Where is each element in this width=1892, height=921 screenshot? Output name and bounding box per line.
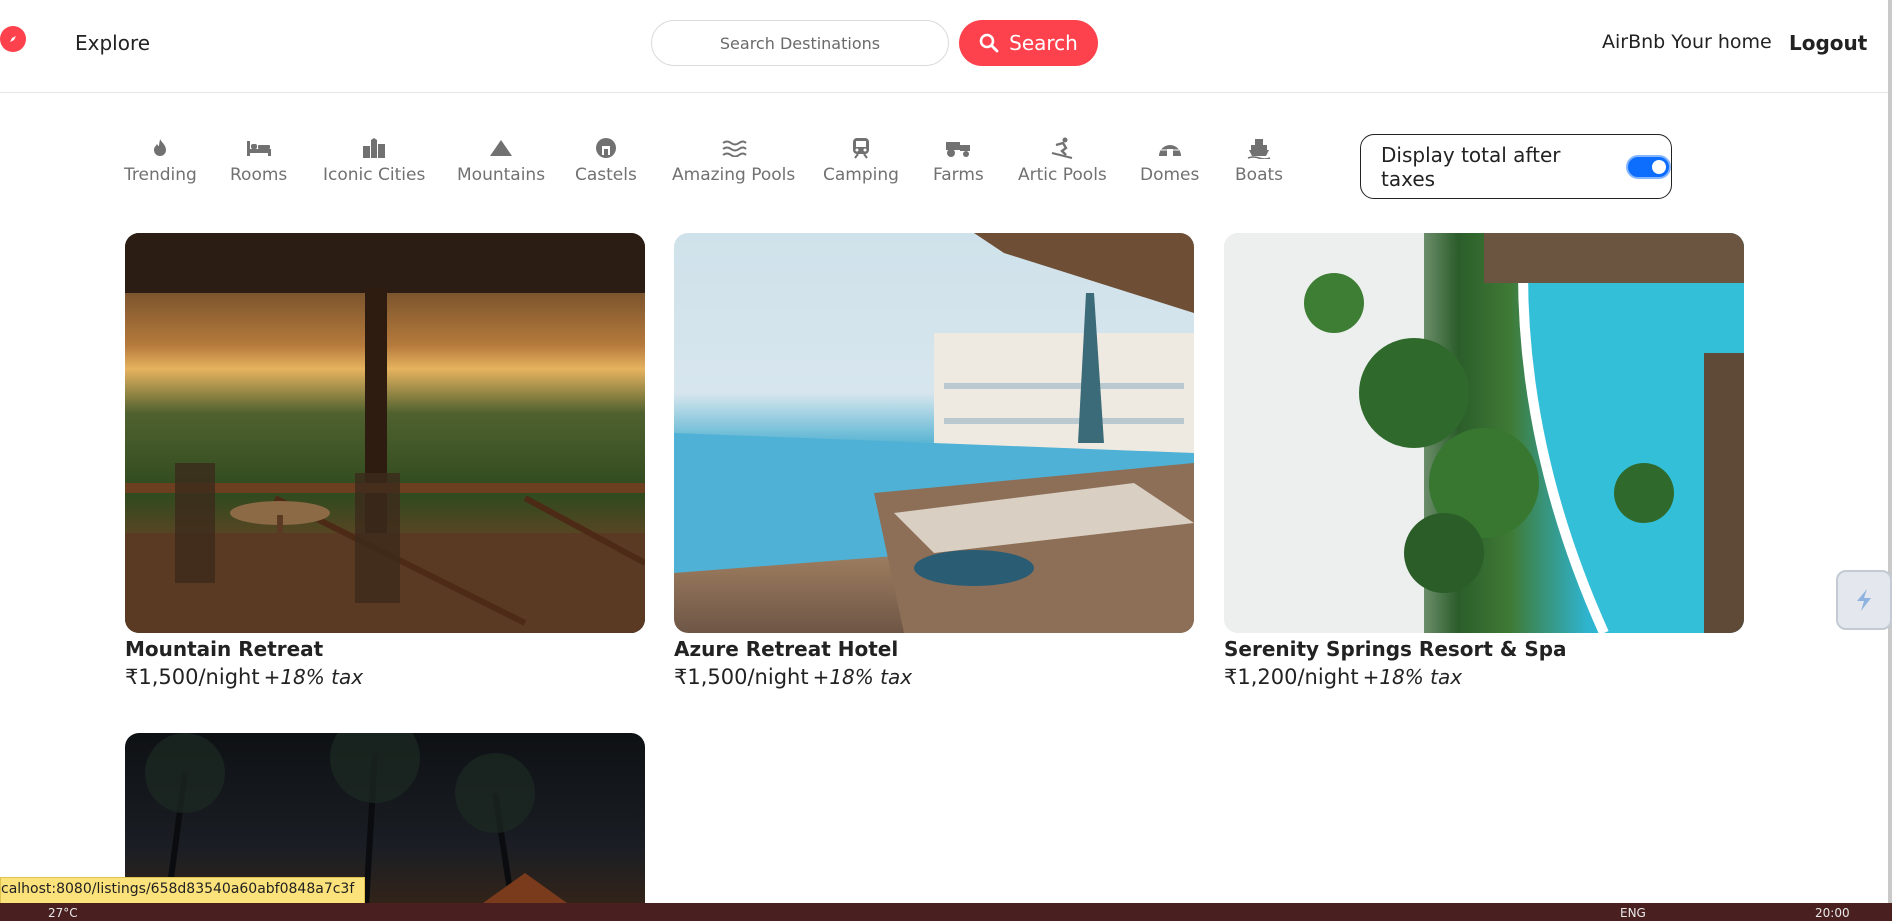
listing-title: Serenity Springs Resort & Spa <box>1224 637 1567 661</box>
city-icon <box>361 135 387 161</box>
filter-rooms[interactable]: Rooms <box>230 135 287 185</box>
search-button-label: Search <box>1009 31 1078 55</box>
train-icon <box>851 135 871 161</box>
search-icon <box>979 33 999 53</box>
search-button[interactable]: Search <box>959 20 1098 66</box>
filter-mountains[interactable]: Mountains <box>457 135 545 185</box>
assistant-widget-icon[interactable] <box>1836 570 1892 630</box>
tax-toggle-label: Display total after taxes <box>1381 142 1561 191</box>
navbar: Explore Search Destinations Search AirBn… <box>0 0 1888 93</box>
clock[interactable]: 20:00 <box>1815 906 1850 920</box>
filter-domes[interactable]: Domes <box>1140 135 1199 185</box>
filter-label: Farms <box>933 165 984 185</box>
filter-label: Artic Pools <box>1018 165 1107 185</box>
tax-note: +18% tax <box>1362 665 1463 689</box>
listing-title: Mountain Retreat <box>125 637 324 661</box>
castle-icon <box>595 135 617 161</box>
filter-artic-pools[interactable]: Artic Pools <box>1018 135 1107 185</box>
mountain-icon <box>489 135 513 161</box>
filter-castels[interactable]: Castels <box>575 135 637 185</box>
filter-boats[interactable]: Boats <box>1235 135 1283 185</box>
listing-image[interactable] <box>125 233 645 633</box>
compass-logo-icon[interactable] <box>0 26 26 52</box>
filter-iconic-cities[interactable]: Iconic Cities <box>323 135 425 185</box>
skiing-icon <box>1050 135 1074 161</box>
filter-camping[interactable]: Camping <box>823 135 899 185</box>
listing-card[interactable]: Serenity Springs Resort & Spa ₹1,200/nig… <box>1224 233 1744 689</box>
listing-card[interactable]: Azure Retreat Hotel ₹1,500/night +18% tax <box>674 233 1194 689</box>
tax-switch[interactable] <box>1625 154 1671 179</box>
listing-image[interactable] <box>1224 233 1744 633</box>
filter-label: Trending <box>124 165 197 185</box>
filter-label: Domes <box>1140 165 1200 185</box>
weather-text[interactable]: 27°C <box>48 906 78 920</box>
listing-title: Azure Retreat Hotel <box>674 637 899 661</box>
taskbar: 27°C ENG 20:00 <box>0 903 1892 921</box>
status-url: calhost:8080/listings/658d83540a60abf084… <box>0 877 366 904</box>
listing-price: ₹1,500/night +18% tax <box>125 665 645 689</box>
price-value: ₹1,500/night <box>125 665 260 689</box>
fire-icon <box>151 135 169 161</box>
logout-link[interactable]: Logout <box>1789 31 1867 55</box>
filter-label: Amazing Pools <box>672 165 796 185</box>
explore-link[interactable]: Explore <box>75 31 150 55</box>
filter-label: Iconic Cities <box>323 165 426 185</box>
filter-trending[interactable]: Trending <box>124 135 197 185</box>
filter-label: Boats <box>1235 165 1284 185</box>
scrollbar[interactable] <box>1888 0 1892 903</box>
price-value: ₹1,500/night <box>674 665 809 689</box>
waves-icon <box>721 135 747 161</box>
filter-amazing-pools[interactable]: Amazing Pools <box>672 135 795 185</box>
switch-knob <box>1652 159 1666 174</box>
filter-label: Mountains <box>457 165 546 185</box>
bed-icon <box>246 135 272 161</box>
tractor-icon <box>944 135 972 161</box>
tax-note: +18% tax <box>812 665 913 689</box>
listing-card[interactable]: Mountain Retreat ₹1,500/night +18% tax <box>125 233 645 689</box>
page: Explore Search Destinations Search AirBn… <box>0 0 1892 921</box>
price-value: ₹1,200/night <box>1224 665 1359 689</box>
listing-price: ₹1,200/night +18% tax <box>1224 665 1744 689</box>
filter-farms[interactable]: Farms <box>933 135 984 185</box>
host-link[interactable]: AirBnb Your home <box>1602 31 1772 53</box>
filter-label: Camping <box>823 165 899 185</box>
listing-price: ₹1,500/night +18% tax <box>674 665 1194 689</box>
ship-icon <box>1247 135 1271 161</box>
igloo-icon <box>1157 135 1183 161</box>
language-indicator[interactable]: ENG <box>1620 906 1646 920</box>
filter-label: Rooms <box>230 165 288 185</box>
search-input[interactable]: Search Destinations <box>651 20 949 66</box>
tax-note: +18% tax <box>263 665 364 689</box>
tax-toggle[interactable]: Display total after taxes <box>1360 134 1672 199</box>
filter-label: Castels <box>575 165 637 185</box>
listing-image[interactable] <box>674 233 1194 633</box>
